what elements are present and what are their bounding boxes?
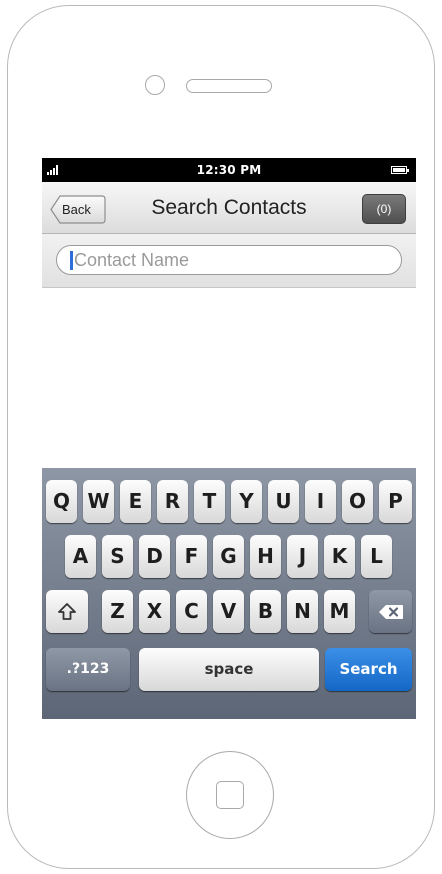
- key-k[interactable]: K: [324, 535, 355, 578]
- shift-icon: [58, 602, 76, 620]
- status-bar: 12:30 PM: [42, 158, 416, 182]
- key-n[interactable]: N: [287, 590, 318, 633]
- key-q[interactable]: Q: [46, 480, 77, 523]
- contact-search-field[interactable]: [56, 245, 402, 275]
- text-caret: [70, 251, 73, 270]
- key-y[interactable]: Y: [231, 480, 262, 523]
- key-g[interactable]: G: [213, 535, 244, 578]
- key-f[interactable]: F: [176, 535, 207, 578]
- status-time: 12:30 PM: [196, 163, 262, 177]
- key-j[interactable]: J: [287, 535, 318, 578]
- battery-icon: [391, 166, 409, 174]
- key-c[interactable]: C: [176, 590, 207, 633]
- key-d[interactable]: D: [139, 535, 170, 578]
- key-i[interactable]: I: [305, 480, 336, 523]
- key-l[interactable]: L: [361, 535, 392, 578]
- key-r[interactable]: R: [157, 480, 188, 523]
- page-title: Search Contacts: [151, 196, 307, 219]
- speaker-grille: [186, 79, 272, 93]
- home-button-icon: [216, 781, 244, 809]
- key-u[interactable]: U: [268, 480, 299, 523]
- selected-count-button[interactable]: (0): [362, 194, 406, 224]
- key-x[interactable]: X: [139, 590, 170, 633]
- key-e[interactable]: E: [120, 480, 151, 523]
- screen: 12:30 PM Back Search Contacts (0) Q W E …: [42, 158, 416, 719]
- key-h[interactable]: H: [250, 535, 281, 578]
- key-p[interactable]: P: [379, 480, 412, 523]
- key-z[interactable]: Z: [102, 590, 133, 633]
- key-v[interactable]: V: [213, 590, 244, 633]
- space-key[interactable]: space: [139, 648, 319, 691]
- key-o[interactable]: O: [342, 480, 373, 523]
- key-w[interactable]: W: [83, 480, 114, 523]
- keyboard: Q W E R T Y U I O P A S D F G H J K L Z …: [42, 468, 416, 719]
- delete-key[interactable]: [369, 590, 412, 633]
- key-t[interactable]: T: [194, 480, 225, 523]
- delete-icon: [378, 604, 403, 619]
- results-list: [42, 288, 416, 468]
- key-s[interactable]: S: [102, 535, 133, 578]
- key-a[interactable]: A: [65, 535, 96, 578]
- numbers-key[interactable]: .?123: [46, 648, 130, 691]
- search-bar: [42, 234, 416, 288]
- shift-key[interactable]: [46, 590, 88, 633]
- search-key[interactable]: Search: [325, 648, 412, 691]
- navigation-bar: Back Search Contacts (0): [42, 182, 416, 234]
- key-b[interactable]: B: [250, 590, 281, 633]
- contact-name-input[interactable]: [74, 248, 394, 272]
- front-camera-icon: [145, 75, 165, 95]
- key-m[interactable]: M: [324, 590, 355, 633]
